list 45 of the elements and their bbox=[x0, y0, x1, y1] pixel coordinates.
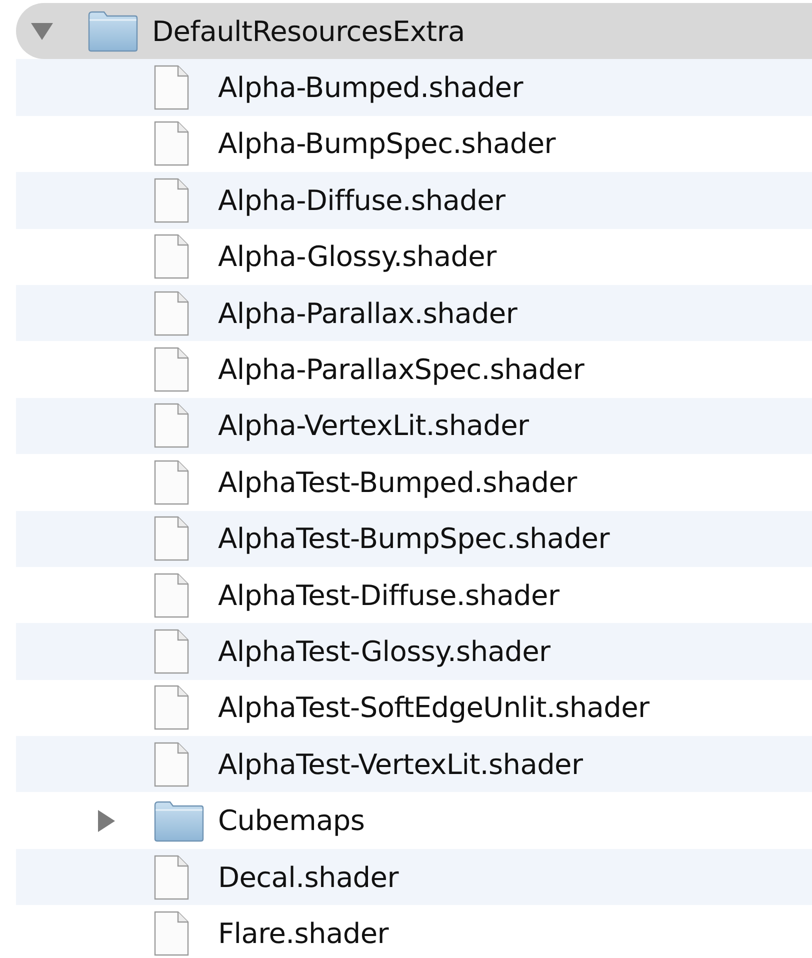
file-name: Alpha-Glossy.shader bbox=[218, 240, 496, 274]
file-icon bbox=[154, 121, 189, 166]
file-icon bbox=[154, 572, 189, 618]
tree-row[interactable]: Alpha-Diffuse.shader bbox=[16, 172, 812, 229]
file-name: Alpha-ParallaxSpec.shader bbox=[218, 353, 584, 386]
file-icon bbox=[154, 65, 189, 110]
file-name: AlphaTest-SoftEdgeUnlit.shader bbox=[218, 691, 650, 724]
file-name: AlphaTest-BumpSpec.shader bbox=[218, 522, 610, 556]
tree-row[interactable]: AlphaTest-BumpSpec.shader bbox=[16, 510, 812, 567]
folder-name: Cubemaps bbox=[218, 804, 365, 838]
tree-row[interactable]: Decal.shader bbox=[16, 848, 812, 906]
file-name: Alpha-Diffuse.shader bbox=[218, 184, 506, 217]
file-name: Alpha-Bumped.shader bbox=[218, 71, 523, 104]
file-icon bbox=[154, 910, 189, 956]
tree-row[interactable]: AlphaTest-Glossy.shader bbox=[16, 623, 812, 680]
file-name: AlphaTest-Diffuse.shader bbox=[218, 578, 560, 612]
tree-row[interactable]: Alpha-VertexLit.shader bbox=[16, 398, 812, 454]
file-icon bbox=[154, 178, 189, 223]
file-icon bbox=[154, 854, 189, 900]
file-icon bbox=[154, 685, 189, 730]
file-icon bbox=[154, 460, 189, 505]
file-name: AlphaTest-Bumped.shader bbox=[218, 466, 577, 499]
expanded-triangle-icon[interactable] bbox=[30, 21, 54, 42]
file-name: Flare.shader bbox=[218, 916, 388, 950]
file-icon bbox=[154, 628, 189, 674]
file-name: Alpha-Parallax.shader bbox=[218, 296, 518, 330]
collapsed-triangle-icon[interactable] bbox=[96, 808, 116, 833]
file-icon bbox=[154, 516, 189, 562]
selected-row[interactable]: DefaultResourcesExtra bbox=[16, 3, 812, 60]
tree-row[interactable]: AlphaTest-VertexLit.shader bbox=[16, 736, 812, 792]
file-icon bbox=[154, 347, 189, 392]
file-icon bbox=[154, 234, 189, 280]
tree-row[interactable]: Alpha-Parallax.shader bbox=[16, 284, 812, 342]
file-icon bbox=[154, 290, 189, 336]
tree-row[interactable]: Alpha-Bumped.shader bbox=[16, 59, 812, 116]
file-icon bbox=[154, 403, 189, 448]
folder-name: DefaultResourcesExtra bbox=[152, 14, 465, 48]
file-name: Alpha-VertexLit.shader bbox=[218, 409, 529, 442]
file-name: AlphaTest-VertexLit.shader bbox=[218, 748, 583, 781]
folder-icon bbox=[154, 800, 204, 842]
file-name: Decal.shader bbox=[218, 860, 398, 894]
folder-icon bbox=[88, 10, 138, 52]
file-name: Alpha-BumpSpec.shader bbox=[218, 127, 556, 160]
file-name: AlphaTest-Glossy.shader bbox=[218, 634, 550, 668]
file-icon bbox=[154, 742, 189, 787]
